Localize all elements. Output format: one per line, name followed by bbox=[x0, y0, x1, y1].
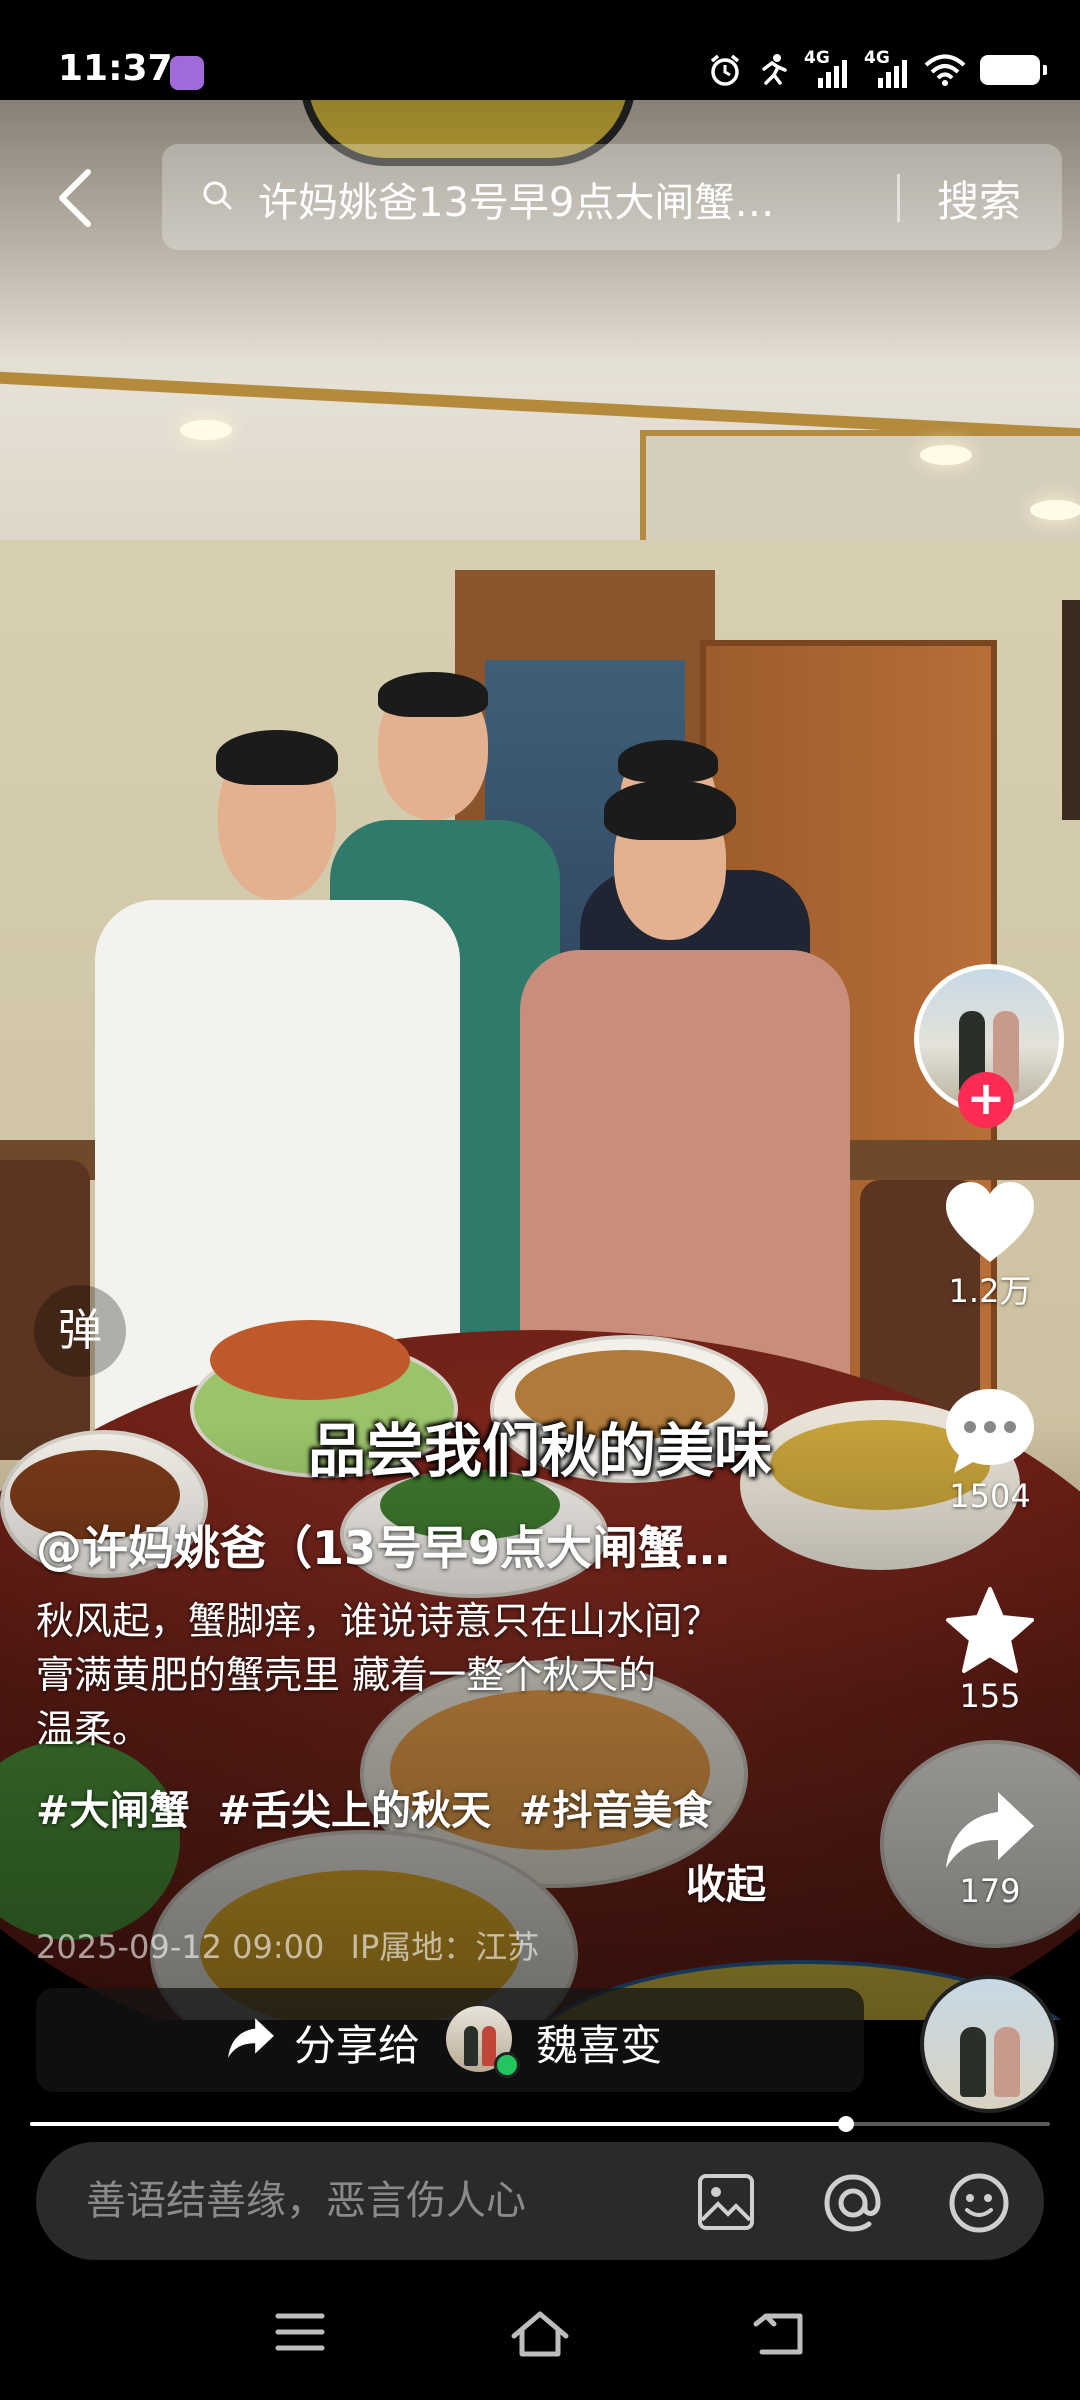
video-progress-bar[interactable] bbox=[30, 2116, 1050, 2132]
danmaku-toggle-button[interactable]: 弹 bbox=[34, 1285, 126, 1377]
music-disc-avatar[interactable] bbox=[920, 1975, 1058, 2113]
star-icon bbox=[946, 1587, 1034, 1673]
favorite-button[interactable]: 155 bbox=[930, 1585, 1050, 1715]
description-line: 温柔。 bbox=[36, 1707, 151, 1751]
hashtag[interactable]: #抖音美食 bbox=[519, 1788, 713, 1834]
status-bar: 11:37 4G 4G bbox=[0, 0, 1080, 100]
search-bar[interactable]: 许妈姚爸13号早9点大闸蟹… 搜索 bbox=[162, 144, 1062, 250]
search-query[interactable]: 许妈姚爸13号早9点大闸蟹… bbox=[258, 170, 978, 228]
image-icon[interactable] bbox=[696, 2172, 756, 2232]
share-arrow-icon bbox=[228, 2018, 274, 2058]
video-progress-thumb[interactable] bbox=[838, 2116, 854, 2132]
post-date: 2025-09-12 09:00 bbox=[36, 1928, 325, 1966]
ip-location: IP属地：江苏 bbox=[350, 1928, 540, 1966]
author-name[interactable]: @许妈姚爸（13号早9点大闸蟹… bbox=[36, 1512, 796, 1578]
share-arrow-icon bbox=[946, 1792, 1034, 1868]
share-to-friend-bar[interactable]: 分享给 魏喜变 bbox=[36, 1988, 864, 2092]
signal-icon: 4G bbox=[864, 48, 910, 88]
video-progress-fill bbox=[30, 2122, 846, 2126]
search-button[interactable]: 搜索 bbox=[937, 168, 1021, 229]
hashtag[interactable]: #舌尖上的秋天 bbox=[217, 1788, 491, 1834]
avatar-figure bbox=[994, 2027, 1020, 2097]
back-nav-icon[interactable] bbox=[752, 2310, 808, 2358]
back-button[interactable] bbox=[50, 168, 100, 228]
status-icons: 4G 4G bbox=[708, 48, 1047, 88]
like-count: 1.2万 bbox=[948, 1272, 1032, 1310]
activity-icon bbox=[762, 54, 787, 85]
friend-name: 魏喜变 bbox=[536, 2021, 663, 2070]
home-icon[interactable] bbox=[508, 2310, 572, 2358]
online-status-dot bbox=[494, 2052, 520, 2078]
share-label: 分享给 bbox=[294, 2021, 421, 2070]
comment-bar bbox=[36, 2142, 1044, 2260]
alarm-icon bbox=[710, 54, 740, 86]
follow-button[interactable]: + bbox=[958, 1072, 1014, 1128]
signal-icon: 4G bbox=[804, 48, 850, 88]
post-meta: 2025-09-12 09:00 IP属地：江苏 bbox=[36, 1922, 555, 1968]
video-subtitle: 品尝我们秋的美味 bbox=[307, 1417, 772, 1485]
hashtag-list: #大闸蟹 #舌尖上的秋天 #抖音美食 bbox=[36, 1778, 726, 1836]
heart-icon bbox=[946, 1182, 1034, 1262]
system-navigation-bar bbox=[0, 2270, 1080, 2400]
video-lamp bbox=[1030, 500, 1080, 520]
emoji-icon[interactable] bbox=[948, 2172, 1010, 2234]
hashtag[interactable]: #大闸蟹 bbox=[36, 1788, 190, 1834]
avatar-figure bbox=[464, 2026, 478, 2066]
wifi-icon bbox=[924, 54, 966, 86]
share-button[interactable]: 179 bbox=[930, 1788, 1050, 1910]
search-icon bbox=[203, 181, 232, 210]
favorite-count: 155 bbox=[959, 1677, 1021, 1715]
comment-input[interactable] bbox=[86, 2142, 646, 2260]
share-count: 179 bbox=[959, 1872, 1021, 1910]
search-divider bbox=[897, 174, 900, 222]
menu-icon[interactable] bbox=[274, 2310, 326, 2354]
video-crabs bbox=[210, 1320, 410, 1400]
video-lamp bbox=[180, 420, 232, 440]
video-lamp bbox=[920, 445, 972, 465]
mention-icon[interactable] bbox=[822, 2172, 884, 2234]
description-line: 膏满黄肥的蟹壳里 藏着一整个秋天的 bbox=[36, 1653, 657, 1697]
post-description: 秋风起，蟹脚痒，谁说诗意只在山水间？ 膏满黄肥的蟹壳里 藏着一整个秋天的 温柔。 bbox=[36, 1594, 876, 1756]
description-line: 秋风起，蟹脚痒，谁说诗意只在山水间？ bbox=[36, 1599, 721, 1643]
battery-icon bbox=[980, 55, 1047, 85]
status-time: 11:37 bbox=[58, 48, 173, 89]
video-wall-art bbox=[1062, 600, 1080, 820]
avatar-figure bbox=[960, 2027, 986, 2097]
app-notification-icon bbox=[170, 56, 204, 90]
collapse-description-button[interactable]: 收起 bbox=[686, 1852, 766, 1910]
like-button[interactable]: 1.2万 bbox=[930, 1180, 1050, 1312]
